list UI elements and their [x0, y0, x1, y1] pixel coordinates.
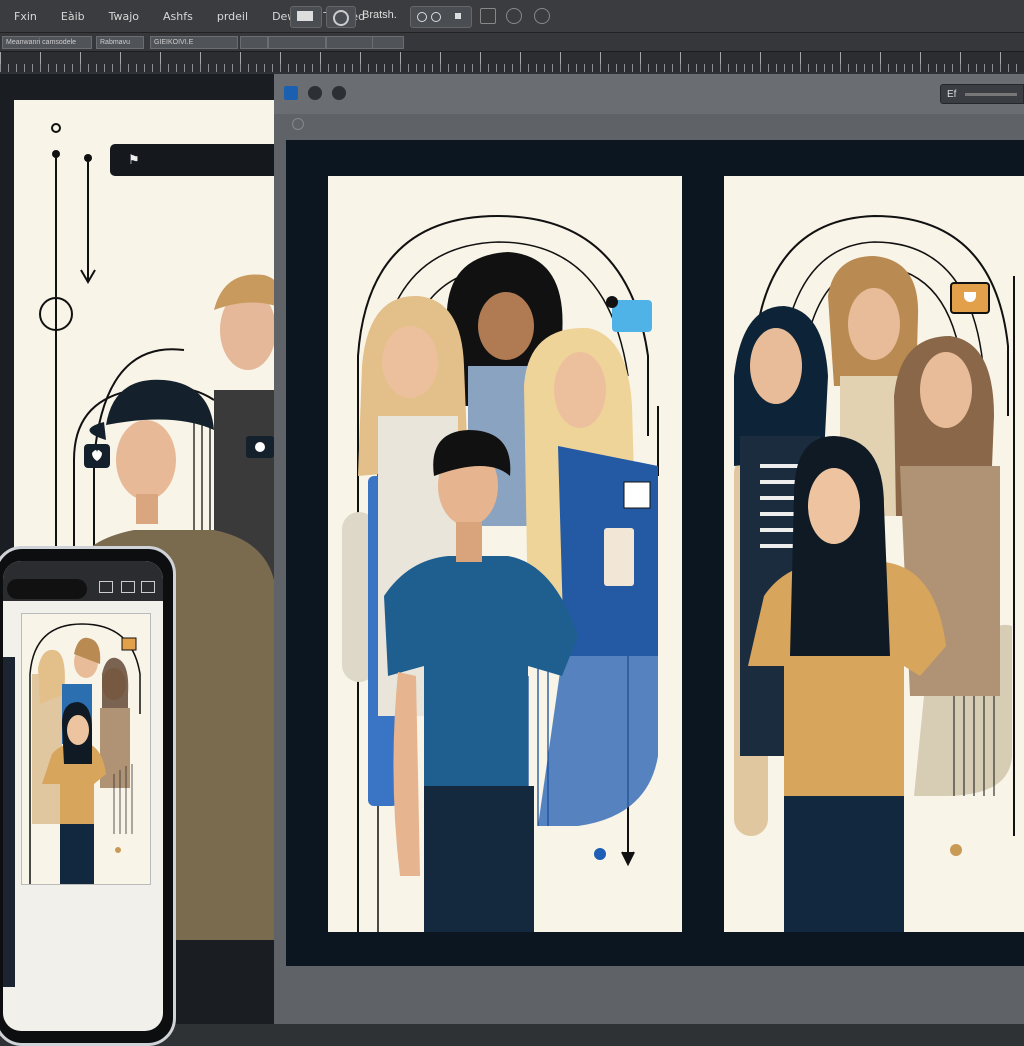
- artboard[interactable]: [286, 140, 1024, 966]
- menu-item-layer[interactable]: Ashfs: [163, 10, 193, 23]
- figure-face: [478, 292, 534, 360]
- figure-face: [67, 715, 89, 745]
- notification-dot: [606, 296, 618, 308]
- dot-marker: [594, 848, 606, 860]
- ruler-major-ticks: [0, 52, 1024, 64]
- figure-jeans: [60, 824, 94, 884]
- option-segment[interactable]: [326, 36, 374, 49]
- phone-side-strip: [3, 657, 15, 987]
- window-title-bar[interactable]: Ef: [274, 74, 1024, 114]
- line-node: [52, 150, 60, 158]
- lock-icon[interactable]: [480, 8, 496, 24]
- figure-jeans: [424, 786, 534, 932]
- edit-icon[interactable]: [121, 581, 135, 593]
- zoom-label: Ef: [947, 89, 957, 100]
- figure-face: [382, 326, 438, 398]
- phone-notch: [7, 579, 87, 599]
- figure-face: [750, 328, 802, 404]
- coffee-cup-icon: [604, 528, 634, 586]
- figure-neck: [456, 522, 482, 562]
- figure-arm: [393, 672, 420, 876]
- menu-item-select[interactable]: prdeil: [217, 10, 248, 23]
- figure-jeans: [784, 796, 904, 932]
- phone-preview[interactable]: [0, 546, 176, 1046]
- eye-icon: [431, 12, 441, 22]
- cap-icon: [106, 379, 214, 430]
- link-icon: [333, 10, 349, 26]
- thumbnail-illustration: [29, 623, 141, 884]
- option-segment[interactable]: GIEIKOIVI.E: [150, 36, 238, 49]
- menu-item-image[interactable]: Twajo: [109, 10, 139, 23]
- eye-icon: [417, 12, 427, 22]
- figure-face: [920, 352, 972, 428]
- chat-bubble-icon: [121, 637, 137, 651]
- window-minimize-icon[interactable]: [308, 86, 322, 100]
- figure-hair: [790, 436, 890, 656]
- circle-icon[interactable]: [506, 8, 522, 24]
- settings-icon[interactable]: [534, 8, 550, 24]
- window-maximize-icon[interactable]: [332, 86, 346, 100]
- options-bar: Meanwanri camsodele Rabmavu GIEIKOIVI.E: [0, 33, 1024, 52]
- option-segment[interactable]: [268, 36, 326, 49]
- option-segment[interactable]: Meanwanri camsodele: [2, 36, 92, 49]
- line-node: [84, 154, 92, 162]
- figure-neck: [136, 494, 158, 524]
- design-panel-left[interactable]: [328, 176, 682, 932]
- phone-screen[interactable]: [3, 561, 163, 1031]
- chat-bubble-icon: [950, 282, 990, 314]
- link-tool-button[interactable]: [326, 6, 356, 28]
- dot-marker: [950, 844, 962, 856]
- figure-face: [848, 288, 900, 360]
- figure-face: [554, 352, 606, 428]
- menu-item-edit[interactable]: Eàib: [61, 10, 85, 23]
- figure-face: [116, 420, 176, 500]
- heart-icon: [964, 292, 976, 302]
- chat-bubble-icon: [606, 296, 652, 332]
- target-icon[interactable]: [292, 118, 304, 130]
- circle-marker: [51, 123, 61, 133]
- phone-design-thumbnail[interactable]: [21, 613, 151, 885]
- frame-icon: [297, 11, 313, 21]
- background-text-field[interactable]: ⚑: [110, 144, 274, 176]
- option-segment[interactable]: Rabmavu: [96, 36, 144, 49]
- share-icon[interactable]: [99, 581, 113, 593]
- zoom-field[interactable]: Ef: [940, 84, 1024, 104]
- brush-tool-label[interactable]: Bratsh.: [362, 9, 397, 21]
- figure-face: [808, 468, 860, 544]
- arrow-down-icon: [621, 851, 635, 867]
- badge-icon: [623, 481, 651, 509]
- dot-marker: [115, 847, 121, 853]
- design-panel-right[interactable]: [724, 176, 1024, 932]
- window-close-icon[interactable]: [284, 86, 298, 100]
- illustration-left: [342, 214, 659, 932]
- menu-item-file[interactable]: Fxin: [14, 10, 37, 23]
- view-toggle-button[interactable]: [410, 6, 472, 28]
- zoom-slider[interactable]: [965, 93, 1017, 96]
- option-segment[interactable]: [240, 36, 268, 49]
- main-document-window[interactable]: Ef: [274, 74, 1024, 1024]
- crop-icon[interactable]: [141, 581, 155, 593]
- frame-tool-button[interactable]: [290, 6, 322, 28]
- option-segment[interactable]: [372, 36, 404, 49]
- square-icon: [455, 13, 461, 19]
- phone-status-bar: [3, 561, 163, 601]
